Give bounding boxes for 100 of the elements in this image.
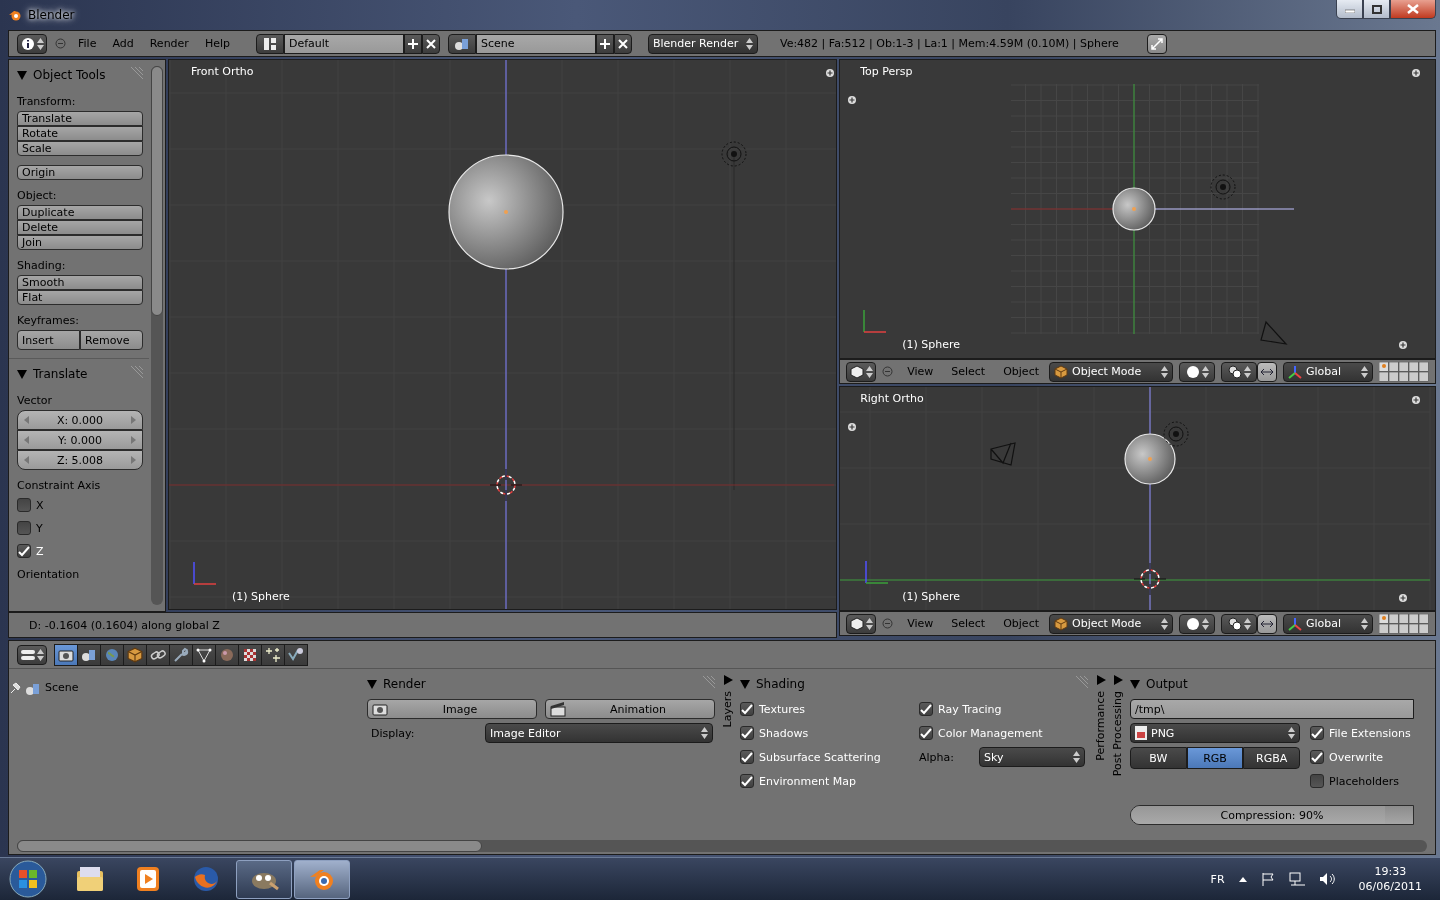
tool-button[interactable]: Flat — [17, 290, 143, 305]
add-button[interactable] — [403, 33, 422, 54]
3d-viewport[interactable]: Top Persp (1) Sphere — [839, 59, 1436, 359]
collapse-arrow-icon[interactable] — [367, 679, 377, 689]
collapse-arrow-icon[interactable] — [17, 70, 27, 80]
compression-slider[interactable]: Compression: 90% — [1130, 805, 1414, 825]
menu-item[interactable]: File — [74, 37, 101, 50]
context-tab[interactable] — [238, 643, 262, 666]
checkbox[interactable] — [740, 774, 754, 788]
scrollbar[interactable] — [17, 840, 1427, 852]
color-mode-button[interactable]: BW — [1130, 747, 1187, 769]
mode-dropdown[interactable]: Object Mode — [1049, 361, 1173, 382]
context-tab[interactable] — [146, 643, 170, 666]
tool-button[interactable]: Duplicate — [17, 205, 143, 220]
mode-dropdown[interactable]: Object Mode — [1049, 613, 1173, 634]
context-tab[interactable] — [192, 643, 216, 666]
plus-icon[interactable] — [1399, 341, 1408, 349]
scene-button[interactable] — [447, 33, 476, 54]
checkbox[interactable] — [740, 750, 754, 764]
expand-arrow-icon[interactable] — [1095, 675, 1106, 685]
checkbox[interactable] — [740, 726, 754, 740]
fullscreen-button[interactable] — [1146, 33, 1167, 54]
tool-button[interactable]: Smooth — [17, 275, 143, 290]
shading-dropdown[interactable] — [1179, 361, 1215, 382]
editor-type-button[interactable] — [17, 33, 47, 54]
menu-item[interactable]: Render — [145, 37, 193, 50]
context-tab[interactable] — [123, 643, 147, 666]
collapse-menu-icon[interactable] — [882, 366, 894, 377]
flag-icon[interactable] — [1260, 872, 1275, 886]
menu-item[interactable]: Object — [999, 365, 1043, 378]
collapse-arrow-icon[interactable] — [17, 369, 27, 379]
output-path-field[interactable]: /tmp\ — [1130, 699, 1414, 719]
context-tab[interactable] — [261, 643, 285, 666]
plus-icon[interactable] — [848, 96, 857, 104]
color-mode-button[interactable]: RGB — [1186, 747, 1244, 769]
checkbox[interactable] — [17, 521, 31, 535]
scene-field[interactable]: Scene — [475, 33, 596, 54]
checkbox[interactable] — [1310, 726, 1324, 740]
tool-button[interactable]: Join — [17, 235, 143, 250]
tool-button[interactable]: Delete — [17, 220, 143, 235]
color-mode-button[interactable]: RGBA — [1243, 747, 1300, 769]
number-field[interactable]: Y: 0.000 — [17, 430, 143, 450]
3d-viewport[interactable]: Front Ortho (1) Sphere — [168, 59, 838, 610]
pivot-dropdown[interactable] — [1221, 361, 1257, 382]
file-format-dropdown[interactable]: PNG — [1130, 723, 1300, 743]
expand-arrow-icon[interactable] — [722, 675, 733, 685]
tool-button[interactable]: Origin — [17, 165, 143, 180]
start-button-icon[interactable] — [8, 859, 48, 899]
menu-item[interactable]: Select — [947, 365, 990, 378]
shading-dropdown[interactable] — [1179, 613, 1215, 634]
number-field[interactable]: X: 0.000 — [17, 410, 143, 430]
collapsed-panel-tab[interactable]: Performance — [1094, 691, 1107, 761]
taskbar-app-button[interactable] — [294, 859, 350, 899]
tool-button[interactable]: Insert — [17, 330, 80, 350]
menu-item[interactable]: Select — [947, 617, 990, 630]
orientation-dropdown[interactable]: Global — [1283, 613, 1373, 634]
checkbox[interactable] — [740, 702, 754, 716]
context-tab[interactable] — [54, 643, 78, 666]
plus-icon[interactable] — [848, 423, 857, 431]
taskbar-app-button[interactable] — [236, 859, 292, 899]
alpha-dropdown[interactable]: Sky — [979, 747, 1085, 767]
checkbox[interactable] — [1310, 774, 1324, 788]
editor-type-button[interactable] — [846, 361, 877, 382]
menu-item[interactable]: Object — [999, 617, 1043, 630]
checkbox[interactable] — [919, 726, 933, 740]
tool-button[interactable]: Rotate — [17, 126, 143, 141]
clock-date[interactable]: 06/06/2011 — [1358, 880, 1422, 893]
tool-button[interactable]: Remove — [80, 330, 143, 350]
layer-grid-icon[interactable] — [1379, 361, 1429, 382]
network-icon[interactable] — [1288, 872, 1305, 886]
render-engine-dropdown[interactable]: Blender Render — [647, 33, 758, 54]
minimize-button[interactable] — [1336, 0, 1363, 19]
collapse-menu-icon[interactable] — [882, 618, 894, 629]
context-tab[interactable] — [284, 643, 308, 666]
plus-icon[interactable] — [826, 69, 834, 77]
context-tab[interactable] — [77, 643, 101, 666]
collapse-arrow-icon[interactable] — [1130, 679, 1140, 689]
3d-viewport[interactable]: Right Ortho (1) Sphere — [839, 386, 1436, 611]
render-button[interactable]: Animation — [545, 699, 715, 719]
add-button[interactable] — [595, 33, 614, 54]
maximize-button[interactable] — [1363, 0, 1390, 19]
scrollbar[interactable] — [151, 66, 163, 605]
tool-button[interactable]: Scale — [17, 141, 143, 156]
screen-layout-button[interactable] — [255, 33, 284, 54]
tool-button[interactable]: Translate — [17, 111, 143, 126]
orientation-dropdown[interactable]: Global — [1283, 361, 1373, 382]
remove-button[interactable] — [421, 33, 440, 54]
pin-icon[interactable] — [9, 681, 21, 695]
checkbox[interactable] — [1310, 750, 1324, 764]
menu-item[interactable]: Help — [200, 37, 234, 50]
pivot-dropdown[interactable] — [1221, 613, 1257, 634]
menu-item[interactable]: View — [903, 365, 938, 378]
manipulator-toggle[interactable] — [1257, 361, 1277, 382]
checkbox[interactable] — [919, 702, 933, 716]
context-tab[interactable] — [215, 643, 239, 666]
screen-layout-field[interactable]: Default — [283, 33, 404, 54]
collapsed-panel-tab[interactable]: Post Processing — [1111, 691, 1124, 777]
editor-type-button[interactable] — [846, 613, 877, 634]
caret-up-icon[interactable] — [1238, 876, 1247, 882]
manipulator-toggle[interactable] — [1257, 613, 1277, 634]
